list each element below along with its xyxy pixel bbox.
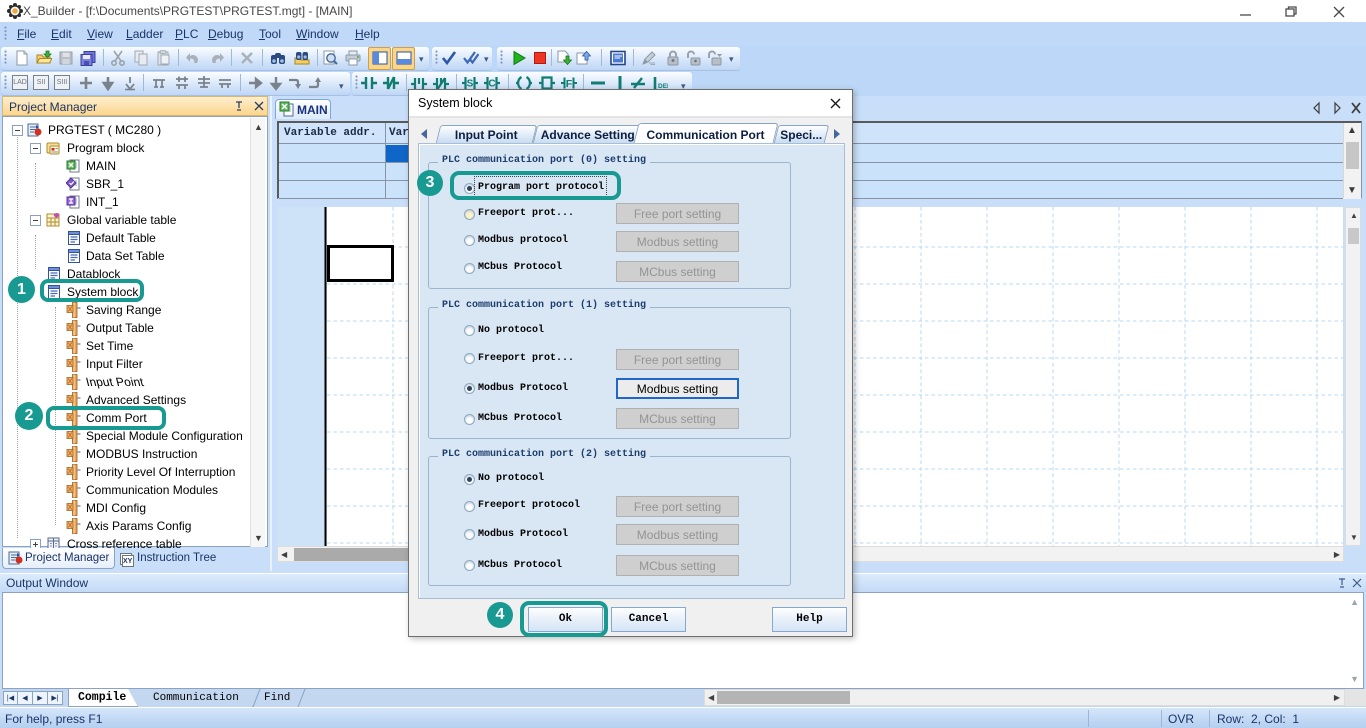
svg-text:C: C — [488, 79, 495, 90]
svg-text:S: S — [467, 79, 474, 90]
svg-text:XY: XY — [123, 558, 133, 565]
